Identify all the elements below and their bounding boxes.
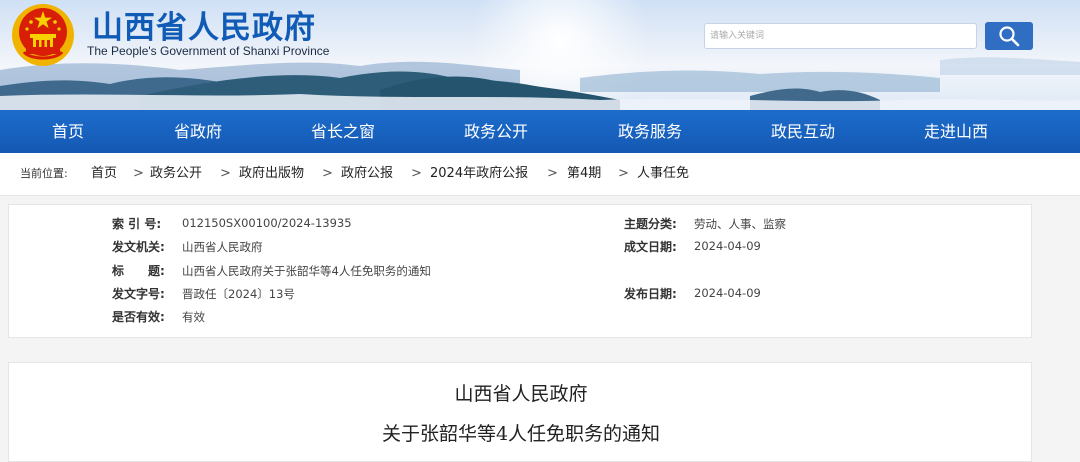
nav-item-governor-window[interactable]: 省长之窗 [311,110,375,153]
topic-label: 主题分类: [624,217,677,231]
published-date-label: 发布日期: [624,287,677,301]
search-input[interactable] [704,23,977,49]
nav-item-government-services[interactable]: 政务服务 [618,110,682,153]
breadcrumb-item-affairs[interactable]: 政务公开 [150,153,202,195]
index-label: 索 引 号: [112,217,162,231]
title-label: 标 题: [112,264,165,278]
search-button[interactable] [985,22,1033,50]
breadcrumb-item-appointments[interactable]: 人事任免 [637,153,689,195]
nav-item-about-shanxi[interactable]: 走进山西 [924,110,988,153]
breadcrumb-item-gazette[interactable]: 政府公报 [341,153,393,195]
nav-item-provincial-government[interactable]: 省政府 [174,110,222,153]
breadcrumb-item-publications[interactable]: 政府出版物 [239,153,304,195]
document-body: 山西省人民政府 关于张韶华等4人任免职务的通知 [8,362,1032,462]
document-issuer-heading: 山西省人民政府 [454,383,588,405]
nav-item-home[interactable]: 首页 [52,110,84,153]
main-nav: 首页 省政府 省长之窗 政务公开 政务服务 政民互动 走进山西 [0,110,1080,153]
breadcrumb-separator: > [133,166,144,181]
validity-value: 有效 [182,310,205,324]
topic-value: 劳动、人事、监察 [694,217,786,231]
breadcrumb-item-issue-4[interactable]: 第4期 [567,153,601,195]
document-metadata-box: 索 引 号: 012150SX00100/2024-13935 发文机关: 山西… [8,204,1032,338]
published-date-value: 2024-04-09 [694,286,761,300]
site-title: 山西省人民政府 [92,10,316,46]
search-icon [999,26,1020,47]
created-date-label: 成文日期: [624,240,677,254]
validity-label: 是否有效: [112,310,165,324]
document-number-label: 发文字号: [112,287,165,301]
title-value: 山西省人民政府关于张韶华等4人任免职务的通知 [182,264,431,278]
breadcrumb-separator: > [618,166,629,181]
nav-item-public-interaction[interactable]: 政民互动 [771,110,835,153]
breadcrumb-item-home[interactable]: 首页 [91,153,117,195]
breadcrumb-separator: > [547,166,558,181]
breadcrumb-lead: 当前位置: [20,167,68,180]
nav-item-government-affairs[interactable]: 政务公开 [464,110,528,153]
breadcrumb-separator: > [220,166,231,181]
breadcrumb-separator: > [322,166,333,181]
header-banner: 山西省人民政府 The People's Government of Shanx… [0,0,1080,110]
document-title-heading: 关于张韶华等4人任免职务的通知 [381,423,661,445]
created-date-value: 2024-04-09 [694,239,761,253]
breadcrumb-item-2024-gazette[interactable]: 2024年政府公报 [430,153,528,195]
site-subtitle: The People's Government of Shanxi Provin… [87,44,330,58]
breadcrumb: 当前位置: 首页 > 政务公开 > 政府出版物 > 政府公报 > 2024年政府… [0,153,1080,196]
document-number-value: 晋政任〔2024〕13号 [182,287,295,301]
index-value: 012150SX00100/2024-13935 [182,216,352,230]
issuer-value: 山西省人民政府 [182,240,263,254]
national-emblem-icon [12,4,74,66]
issuer-label: 发文机关: [112,240,165,254]
breadcrumb-separator: > [411,166,422,181]
